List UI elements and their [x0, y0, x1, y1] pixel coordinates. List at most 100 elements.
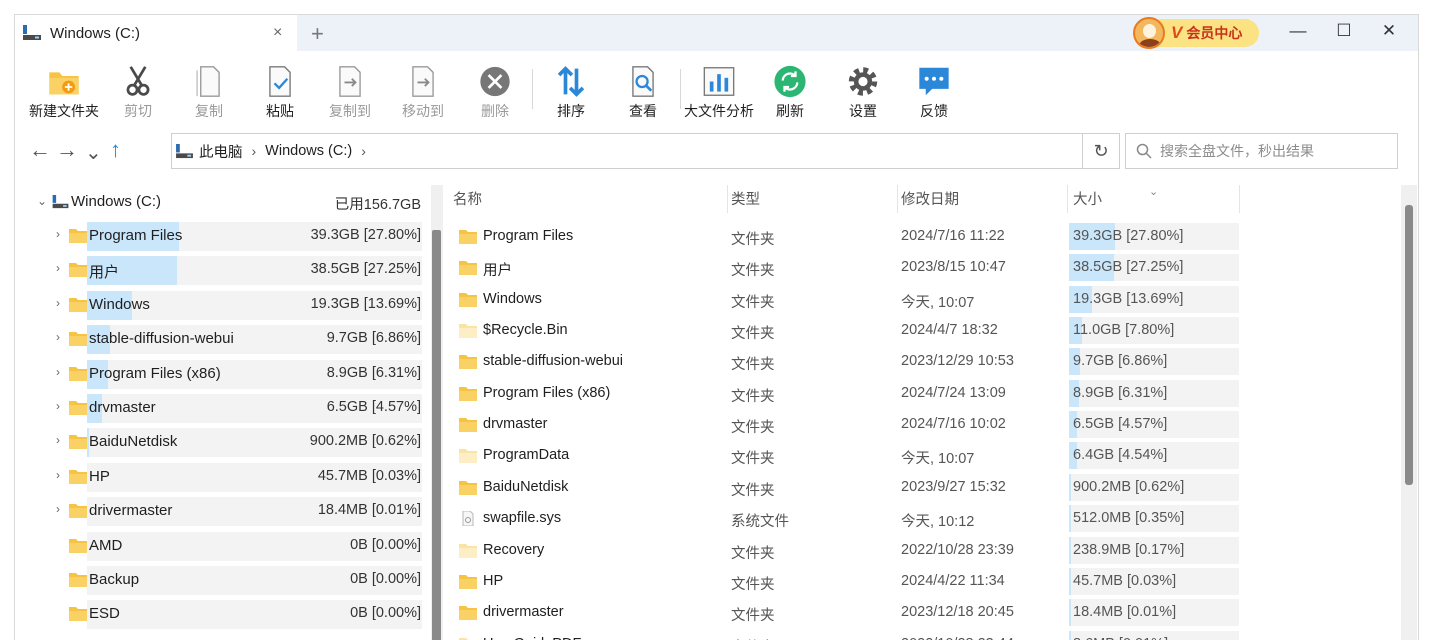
paste-button[interactable]: 粘贴 — [261, 65, 299, 121]
chevron-right-icon[interactable]: › — [56, 502, 60, 516]
tree-item[interactable]: › Program Files 39.3GB [27.80%] — [15, 219, 429, 253]
tree-item[interactable]: › stable-diffusion-webui 9.7GB [6.86%] — [15, 322, 429, 356]
tree-item[interactable]: AMD 0B [0.00%] — [15, 529, 429, 563]
move-to-button[interactable]: 移动到 — [402, 65, 444, 121]
tree-item-label: stable-diffusion-webui — [89, 330, 234, 348]
tree-item[interactable]: › 用户 38.5GB [27.25%] — [15, 253, 429, 287]
table-row[interactable]: $Recycle.Bin 文件夹 2024/4/7 18:32 11.0GB [7.8… — [449, 315, 1239, 346]
chevron-right-icon[interactable]: › — [56, 296, 60, 310]
list-scrollbar[interactable] — [1401, 185, 1417, 640]
table-row[interactable]: BaiduNetdisk 文件夹 2023/9/27 15:32 900.2MB [0… — [449, 472, 1239, 503]
table-row[interactable]: ProgramData 文件夹 今天, 10:07 6.4GB [4.54%] — [449, 440, 1239, 471]
file-modified-date: 今天, 10:07 — [901, 451, 975, 468]
minimize-button[interactable]: — — [1286, 21, 1310, 41]
table-row[interactable]: Program Files 文件夹 2024/7/16 11:22 39.3GB [2… — [449, 221, 1239, 252]
file-type: 文件夹 — [731, 451, 775, 468]
history-chevron-down-icon[interactable]: ⌄ — [85, 140, 102, 165]
view-button[interactable]: 查看 — [624, 65, 662, 121]
table-row[interactable]: drvmaster 文件夹 2024/7/16 10:02 6.5GB [4.57%] — [449, 409, 1239, 440]
tab-windows-c[interactable]: Windows (C:) × — [15, 15, 297, 51]
file-size: 45.7MB [0.03%] — [1073, 572, 1177, 589]
paste-label: 粘贴 — [266, 103, 294, 119]
breadcrumb-this-pc[interactable]: 此电脑 — [199, 141, 243, 162]
file-type: 文件夹 — [731, 420, 775, 437]
copy-icon — [196, 66, 220, 97]
table-row[interactable]: stable-diffusion-webui 文件夹 2023/12/29 10:5… — [449, 346, 1239, 377]
chevron-right-icon[interactable]: › — [56, 330, 60, 344]
chevron-right-icon[interactable]: › — [56, 468, 60, 482]
tree-root-drive-c[interactable]: ⌄ Windows (C:) 已用156.7GB — [15, 185, 429, 219]
table-row[interactable]: Windows 文件夹 今天, 10:07 19.3GB [13.69%] — [449, 284, 1239, 315]
toolbar-divider — [532, 69, 533, 109]
new-tab-button[interactable]: + — [311, 21, 324, 47]
tree-item[interactable]: › Program Files (x86) 8.9GB [6.31%] — [15, 357, 429, 391]
column-header-type[interactable]: 类型 — [731, 188, 760, 209]
column-header-date[interactable]: 修改日期 — [901, 188, 959, 209]
table-row[interactable]: Program Files (x86) 文件夹 2024/7/24 13:09 8.9… — [449, 378, 1239, 409]
table-row[interactable]: HP 文件夹 2024/4/22 11:34 45.7MB [0.03%] — [449, 566, 1239, 597]
close-window-button[interactable]: ✕ — [1377, 21, 1401, 41]
maximize-button[interactable]: ☐ — [1332, 21, 1356, 41]
chevron-right-icon[interactable]: › — [56, 365, 60, 379]
tree-item-size: 8.9GB [6.31%] — [326, 364, 421, 381]
table-row[interactable]: swapfile.sys 系统文件 今天, 10:12 512.0MB [0.35%] — [449, 503, 1239, 534]
breadcrumb-chevron-icon[interactable]: › — [252, 143, 257, 159]
chevron-right-icon[interactable]: › — [56, 399, 60, 413]
chevron-down-icon[interactable]: ⌄ — [37, 194, 47, 208]
column-header-size[interactable]: 大小 — [1073, 188, 1102, 209]
feedback-button[interactable]: 反馈 — [915, 65, 953, 121]
table-row[interactable]: Recovery 文件夹 2022/10/28 23:39 238.9MB [0.17… — [449, 535, 1239, 566]
file-size: 11.0GB [7.80%] — [1073, 322, 1175, 339]
search-box[interactable] — [1125, 133, 1398, 169]
tree-item-label: 用户 — [89, 264, 120, 282]
vip-center-button[interactable]: V 会员中心 — [1133, 17, 1259, 49]
chevron-right-icon[interactable]: › — [56, 433, 60, 447]
file-modified-date: 2024/7/16 10:02 — [901, 416, 1006, 433]
file-name: UserGuidePDF — [483, 636, 581, 640]
search-input[interactable] — [1160, 143, 1390, 159]
folder-icon — [459, 324, 477, 339]
app-window: Windows (C:) × + V 会员中心 — ☐ ✕ 新建文件夹 剪切 复… — [14, 14, 1419, 640]
new-folder-button[interactable]: 新建文件夹 — [29, 65, 99, 121]
chevron-right-icon[interactable]: › — [56, 261, 60, 275]
tree-item[interactable]: ESD 0B [0.00%] — [15, 597, 429, 631]
tree-item-label: Windows — [89, 295, 150, 313]
back-arrow-icon[interactable]: ← — [29, 137, 51, 163]
up-arrow-icon[interactable]: ↑ — [110, 137, 121, 163]
sort-button[interactable]: 排序 — [552, 65, 590, 121]
tree-item[interactable]: › HP 45.7MB [0.03%] — [15, 460, 429, 494]
file-name: Program Files (x86) — [483, 384, 611, 401]
tree-item[interactable]: › Windows 19.3GB [13.69%] — [15, 288, 429, 322]
table-row[interactable]: 用户 文件夹 2023/8/15 10:47 38.5GB [27.25%] — [449, 252, 1239, 283]
settings-label: 设置 — [849, 103, 877, 119]
breadcrumb-drive-c[interactable]: Windows (C:) — [265, 143, 352, 159]
column-header-name[interactable]: 名称 — [453, 188, 482, 209]
folder-icon — [459, 355, 477, 370]
vip-center-label: 会员中心 — [1186, 25, 1243, 41]
list-scrollbar-thumb[interactable] — [1405, 205, 1413, 485]
tree-item[interactable]: › drvmaster 6.5GB [4.57%] — [15, 391, 429, 425]
tree-item[interactable]: › drivermaster 18.4MB [0.01%] — [15, 494, 429, 528]
table-row[interactable]: UserGuidePDF 文件夹 2022/10/28 23:44 8.6MB [0.… — [449, 629, 1239, 640]
file-type: 文件夹 — [731, 608, 775, 625]
table-row[interactable]: drivermaster 文件夹 2023/12/18 20:45 18.4MB [0… — [449, 597, 1239, 628]
close-tab-icon[interactable]: × — [273, 24, 282, 42]
refresh-toolbar-button[interactable]: 刷新 — [771, 65, 809, 121]
delete-button[interactable]: 删除 — [476, 65, 514, 121]
big-file-analysis-button[interactable]: 大文件分析 — [684, 65, 754, 121]
address-bar[interactable]: 此电脑 › Windows (C:) › — [171, 133, 1083, 169]
address-refresh-button[interactable]: ↻ — [1082, 133, 1120, 169]
copy-button[interactable]: 复制 — [190, 65, 228, 121]
chevron-right-icon[interactable]: › — [56, 227, 60, 241]
settings-button[interactable]: 设置 — [844, 65, 882, 121]
copy-to-button[interactable]: 复制到 — [329, 65, 371, 121]
cut-button[interactable]: 剪切 — [119, 65, 157, 121]
file-name: HP — [483, 572, 504, 589]
breadcrumb-chevron-icon[interactable]: › — [361, 143, 366, 159]
forward-arrow-icon[interactable]: → — [56, 137, 78, 163]
tree-item[interactable]: Backup 0B [0.00%] — [15, 563, 429, 597]
tree-item[interactable]: › BaiduNetdisk 900.2MB [0.62%] — [15, 425, 429, 459]
tree-scrollbar[interactable] — [431, 185, 443, 640]
tree-scrollbar-thumb[interactable] — [432, 230, 441, 640]
title-bar: Windows (C:) × + V 会员中心 — ☐ ✕ — [15, 15, 1418, 51]
